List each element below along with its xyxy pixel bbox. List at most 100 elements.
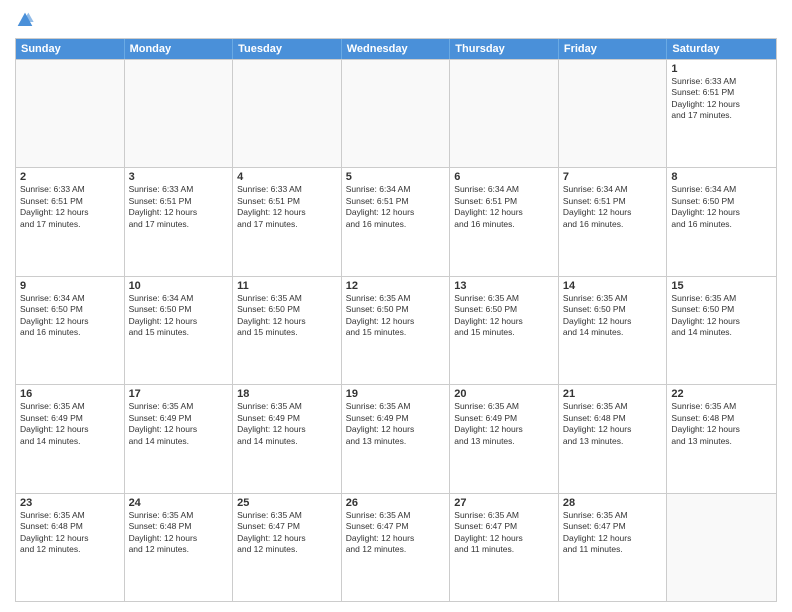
calendar-cell: 7Sunrise: 6:34 AM Sunset: 6:51 PM Daylig…: [559, 168, 668, 275]
calendar-cell: 28Sunrise: 6:35 AM Sunset: 6:47 PM Dayli…: [559, 494, 668, 601]
day-info: Sunrise: 6:35 AM Sunset: 6:50 PM Dayligh…: [237, 293, 337, 339]
calendar-cell: 20Sunrise: 6:35 AM Sunset: 6:49 PM Dayli…: [450, 385, 559, 492]
calendar-cell: [125, 60, 234, 167]
day-info: Sunrise: 6:35 AM Sunset: 6:47 PM Dayligh…: [454, 510, 554, 556]
day-info: Sunrise: 6:33 AM Sunset: 6:51 PM Dayligh…: [129, 184, 229, 230]
day-info: Sunrise: 6:34 AM Sunset: 6:51 PM Dayligh…: [454, 184, 554, 230]
day-info: Sunrise: 6:33 AM Sunset: 6:51 PM Dayligh…: [20, 184, 120, 230]
day-number: 28: [563, 497, 663, 509]
calendar-cell: [667, 494, 776, 601]
day-info: Sunrise: 6:35 AM Sunset: 6:49 PM Dayligh…: [237, 401, 337, 447]
day-number: 20: [454, 388, 554, 400]
day-number: 11: [237, 280, 337, 292]
day-info: Sunrise: 6:35 AM Sunset: 6:49 PM Dayligh…: [346, 401, 446, 447]
header-day-thursday: Thursday: [450, 39, 559, 59]
header-day-saturday: Saturday: [667, 39, 776, 59]
calendar-cell: 5Sunrise: 6:34 AM Sunset: 6:51 PM Daylig…: [342, 168, 451, 275]
calendar-cell: 2Sunrise: 6:33 AM Sunset: 6:51 PM Daylig…: [16, 168, 125, 275]
day-number: 27: [454, 497, 554, 509]
day-info: Sunrise: 6:35 AM Sunset: 6:50 PM Dayligh…: [671, 293, 772, 339]
calendar-cell: 26Sunrise: 6:35 AM Sunset: 6:47 PM Dayli…: [342, 494, 451, 601]
day-number: 23: [20, 497, 120, 509]
calendar-cell: 24Sunrise: 6:35 AM Sunset: 6:48 PM Dayli…: [125, 494, 234, 601]
day-info: Sunrise: 6:34 AM Sunset: 6:51 PM Dayligh…: [563, 184, 663, 230]
calendar-cell: 9Sunrise: 6:34 AM Sunset: 6:50 PM Daylig…: [16, 277, 125, 384]
calendar-body: 1Sunrise: 6:33 AM Sunset: 6:51 PM Daylig…: [16, 59, 776, 601]
day-info: Sunrise: 6:33 AM Sunset: 6:51 PM Dayligh…: [671, 76, 772, 122]
calendar-cell: 25Sunrise: 6:35 AM Sunset: 6:47 PM Dayli…: [233, 494, 342, 601]
calendar-cell: 16Sunrise: 6:35 AM Sunset: 6:49 PM Dayli…: [16, 385, 125, 492]
day-number: 6: [454, 171, 554, 183]
calendar-header: SundayMondayTuesdayWednesdayThursdayFrid…: [16, 39, 776, 59]
calendar-cell: 15Sunrise: 6:35 AM Sunset: 6:50 PM Dayli…: [667, 277, 776, 384]
calendar-row-3: 9Sunrise: 6:34 AM Sunset: 6:50 PM Daylig…: [16, 276, 776, 384]
day-number: 19: [346, 388, 446, 400]
header-day-monday: Monday: [125, 39, 234, 59]
day-info: Sunrise: 6:35 AM Sunset: 6:48 PM Dayligh…: [563, 401, 663, 447]
calendar-cell: 1Sunrise: 6:33 AM Sunset: 6:51 PM Daylig…: [667, 60, 776, 167]
day-number: 17: [129, 388, 229, 400]
calendar-cell: [450, 60, 559, 167]
day-info: Sunrise: 6:34 AM Sunset: 6:50 PM Dayligh…: [20, 293, 120, 339]
day-number: 16: [20, 388, 120, 400]
calendar-cell: [342, 60, 451, 167]
calendar-cell: 10Sunrise: 6:34 AM Sunset: 6:50 PM Dayli…: [125, 277, 234, 384]
calendar-cell: 21Sunrise: 6:35 AM Sunset: 6:48 PM Dayli…: [559, 385, 668, 492]
day-number: 2: [20, 171, 120, 183]
day-number: 3: [129, 171, 229, 183]
calendar-row-5: 23Sunrise: 6:35 AM Sunset: 6:48 PM Dayli…: [16, 493, 776, 601]
calendar-cell: 8Sunrise: 6:34 AM Sunset: 6:50 PM Daylig…: [667, 168, 776, 275]
day-number: 12: [346, 280, 446, 292]
day-info: Sunrise: 6:35 AM Sunset: 6:48 PM Dayligh…: [671, 401, 772, 447]
day-info: Sunrise: 6:35 AM Sunset: 6:50 PM Dayligh…: [563, 293, 663, 339]
day-number: 15: [671, 280, 772, 292]
day-number: 1: [671, 63, 772, 75]
calendar-cell: [559, 60, 668, 167]
calendar-page: SundayMondayTuesdayWednesdayThursdayFrid…: [0, 0, 792, 612]
day-number: 22: [671, 388, 772, 400]
calendar: SundayMondayTuesdayWednesdayThursdayFrid…: [15, 38, 777, 602]
calendar-cell: 12Sunrise: 6:35 AM Sunset: 6:50 PM Dayli…: [342, 277, 451, 384]
day-number: 24: [129, 497, 229, 509]
day-info: Sunrise: 6:35 AM Sunset: 6:48 PM Dayligh…: [129, 510, 229, 556]
calendar-cell: 23Sunrise: 6:35 AM Sunset: 6:48 PM Dayli…: [16, 494, 125, 601]
day-info: Sunrise: 6:35 AM Sunset: 6:47 PM Dayligh…: [346, 510, 446, 556]
day-number: 14: [563, 280, 663, 292]
day-info: Sunrise: 6:34 AM Sunset: 6:50 PM Dayligh…: [671, 184, 772, 230]
calendar-row-4: 16Sunrise: 6:35 AM Sunset: 6:49 PM Dayli…: [16, 384, 776, 492]
day-info: Sunrise: 6:33 AM Sunset: 6:51 PM Dayligh…: [237, 184, 337, 230]
page-header: [15, 10, 777, 30]
calendar-cell: 14Sunrise: 6:35 AM Sunset: 6:50 PM Dayli…: [559, 277, 668, 384]
calendar-cell: 4Sunrise: 6:33 AM Sunset: 6:51 PM Daylig…: [233, 168, 342, 275]
header-day-tuesday: Tuesday: [233, 39, 342, 59]
day-number: 4: [237, 171, 337, 183]
header-day-sunday: Sunday: [16, 39, 125, 59]
day-info: Sunrise: 6:35 AM Sunset: 6:49 PM Dayligh…: [454, 401, 554, 447]
day-number: 21: [563, 388, 663, 400]
calendar-cell: 6Sunrise: 6:34 AM Sunset: 6:51 PM Daylig…: [450, 168, 559, 275]
day-number: 18: [237, 388, 337, 400]
calendar-cell: 18Sunrise: 6:35 AM Sunset: 6:49 PM Dayli…: [233, 385, 342, 492]
calendar-cell: 17Sunrise: 6:35 AM Sunset: 6:49 PM Dayli…: [125, 385, 234, 492]
day-info: Sunrise: 6:35 AM Sunset: 6:49 PM Dayligh…: [20, 401, 120, 447]
calendar-row-2: 2Sunrise: 6:33 AM Sunset: 6:51 PM Daylig…: [16, 167, 776, 275]
day-info: Sunrise: 6:34 AM Sunset: 6:50 PM Dayligh…: [129, 293, 229, 339]
calendar-cell: 22Sunrise: 6:35 AM Sunset: 6:48 PM Dayli…: [667, 385, 776, 492]
day-info: Sunrise: 6:35 AM Sunset: 6:49 PM Dayligh…: [129, 401, 229, 447]
day-info: Sunrise: 6:35 AM Sunset: 6:50 PM Dayligh…: [454, 293, 554, 339]
logo: [15, 10, 39, 30]
day-number: 13: [454, 280, 554, 292]
day-info: Sunrise: 6:35 AM Sunset: 6:48 PM Dayligh…: [20, 510, 120, 556]
calendar-cell: [233, 60, 342, 167]
day-number: 26: [346, 497, 446, 509]
calendar-cell: 3Sunrise: 6:33 AM Sunset: 6:51 PM Daylig…: [125, 168, 234, 275]
logo-icon: [15, 10, 35, 30]
day-number: 8: [671, 171, 772, 183]
day-info: Sunrise: 6:35 AM Sunset: 6:47 PM Dayligh…: [237, 510, 337, 556]
calendar-row-1: 1Sunrise: 6:33 AM Sunset: 6:51 PM Daylig…: [16, 59, 776, 167]
header-day-wednesday: Wednesday: [342, 39, 451, 59]
day-number: 7: [563, 171, 663, 183]
calendar-cell: 13Sunrise: 6:35 AM Sunset: 6:50 PM Dayli…: [450, 277, 559, 384]
day-info: Sunrise: 6:35 AM Sunset: 6:47 PM Dayligh…: [563, 510, 663, 556]
calendar-cell: 19Sunrise: 6:35 AM Sunset: 6:49 PM Dayli…: [342, 385, 451, 492]
